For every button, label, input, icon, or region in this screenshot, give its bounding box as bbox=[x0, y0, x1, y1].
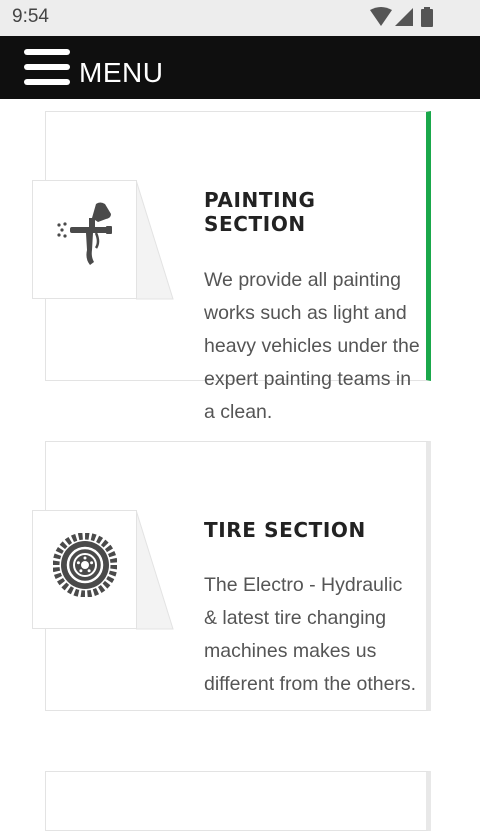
tire-icon-box bbox=[32, 510, 174, 630]
cellular-signal-icon bbox=[395, 8, 413, 26]
tire-section-description: The Electro - Hydraulic & latest tire ch… bbox=[204, 574, 417, 695]
menu-button-label[interactable]: MENU bbox=[79, 56, 163, 90]
battery-icon bbox=[421, 7, 433, 27]
wifi-icon bbox=[370, 7, 392, 26]
status-bar: 9:54 bbox=[0, 0, 480, 36]
hamburger-menu-icon[interactable] bbox=[24, 49, 70, 87]
tire-section-title: TIRE SECTION bbox=[204, 518, 366, 542]
painting-section-title: PAINTING SECTION bbox=[204, 188, 316, 236]
spray-gun-icon bbox=[57, 202, 112, 265]
top-navbar: MENU bbox=[0, 36, 480, 99]
tire-icon bbox=[53, 533, 117, 597]
painting-icon-box bbox=[32, 180, 174, 300]
status-time: 9:54 bbox=[12, 6, 49, 27]
painting-section-description: We provide all painting works such as li… bbox=[204, 269, 420, 423]
section-card-partial bbox=[45, 771, 431, 831]
